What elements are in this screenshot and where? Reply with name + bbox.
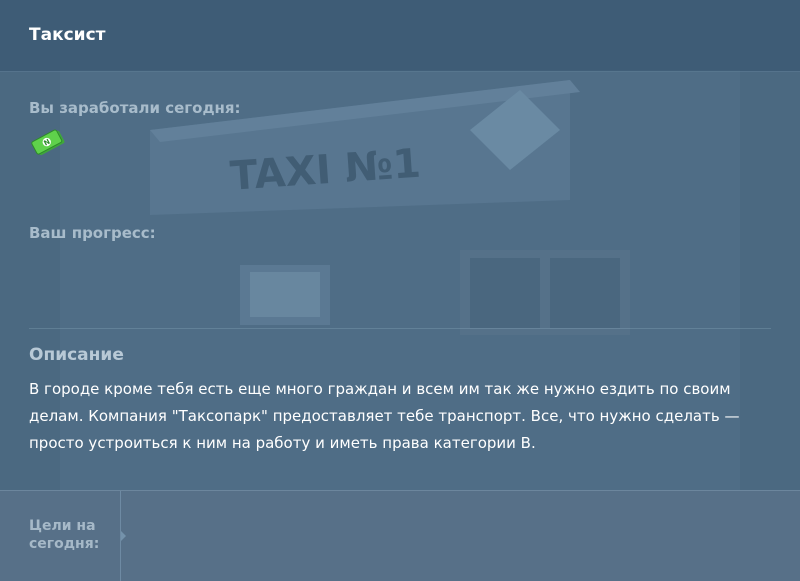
progress-label: Ваш прогресс: — [29, 224, 156, 242]
earned-today-label: Вы заработали сегодня: — [29, 99, 241, 117]
goals-label: Цели на сегодня: — [29, 518, 100, 552]
goals-arrow-icon — [121, 531, 126, 541]
divider — [29, 328, 771, 329]
description-text: В городе кроме тебя есть еще много гражд… — [29, 380, 740, 452]
money-icon: N — [31, 129, 65, 155]
header: Таксист — [0, 0, 800, 72]
page-title: Таксист — [29, 25, 106, 45]
description-title: Описание — [29, 345, 124, 365]
goals-bar: Цели на сегодня: — [0, 490, 800, 581]
